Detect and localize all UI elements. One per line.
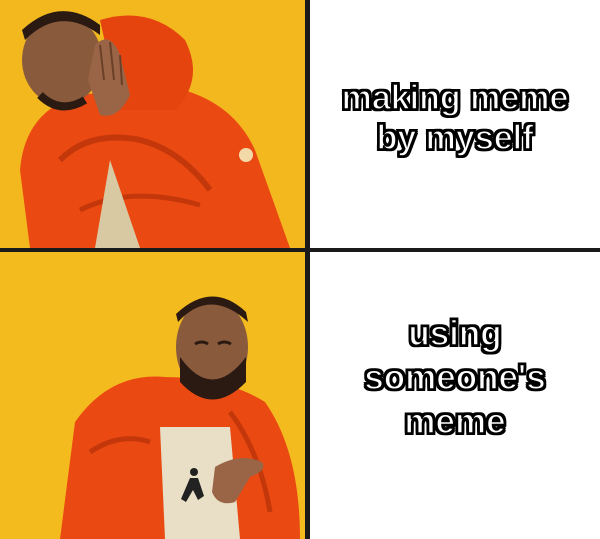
bottom-caption-line-3: meme — [404, 401, 507, 442]
man-rejecting-icon — [0, 0, 305, 248]
bottom-text-panel: using someone's meme — [310, 252, 600, 539]
bottom-caption-line-2: someone's — [364, 357, 547, 398]
top-text-panel: making meme by myself — [310, 0, 600, 248]
top-caption-line-2: by myself — [376, 118, 534, 158]
bottom-caption-line-1: using — [408, 313, 503, 354]
top-image-rejecting — [0, 0, 305, 248]
bottom-image-approving — [0, 252, 305, 539]
vertical-divider — [305, 0, 310, 539]
bottom-caption: using someone's meme — [310, 312, 600, 444]
top-caption-line-1: making meme — [341, 78, 569, 118]
meme: making meme by myself using someone's me… — [0, 0, 600, 539]
top-caption: making meme by myself — [310, 78, 600, 158]
man-approving-icon — [0, 252, 305, 539]
horizontal-divider — [0, 248, 600, 252]
